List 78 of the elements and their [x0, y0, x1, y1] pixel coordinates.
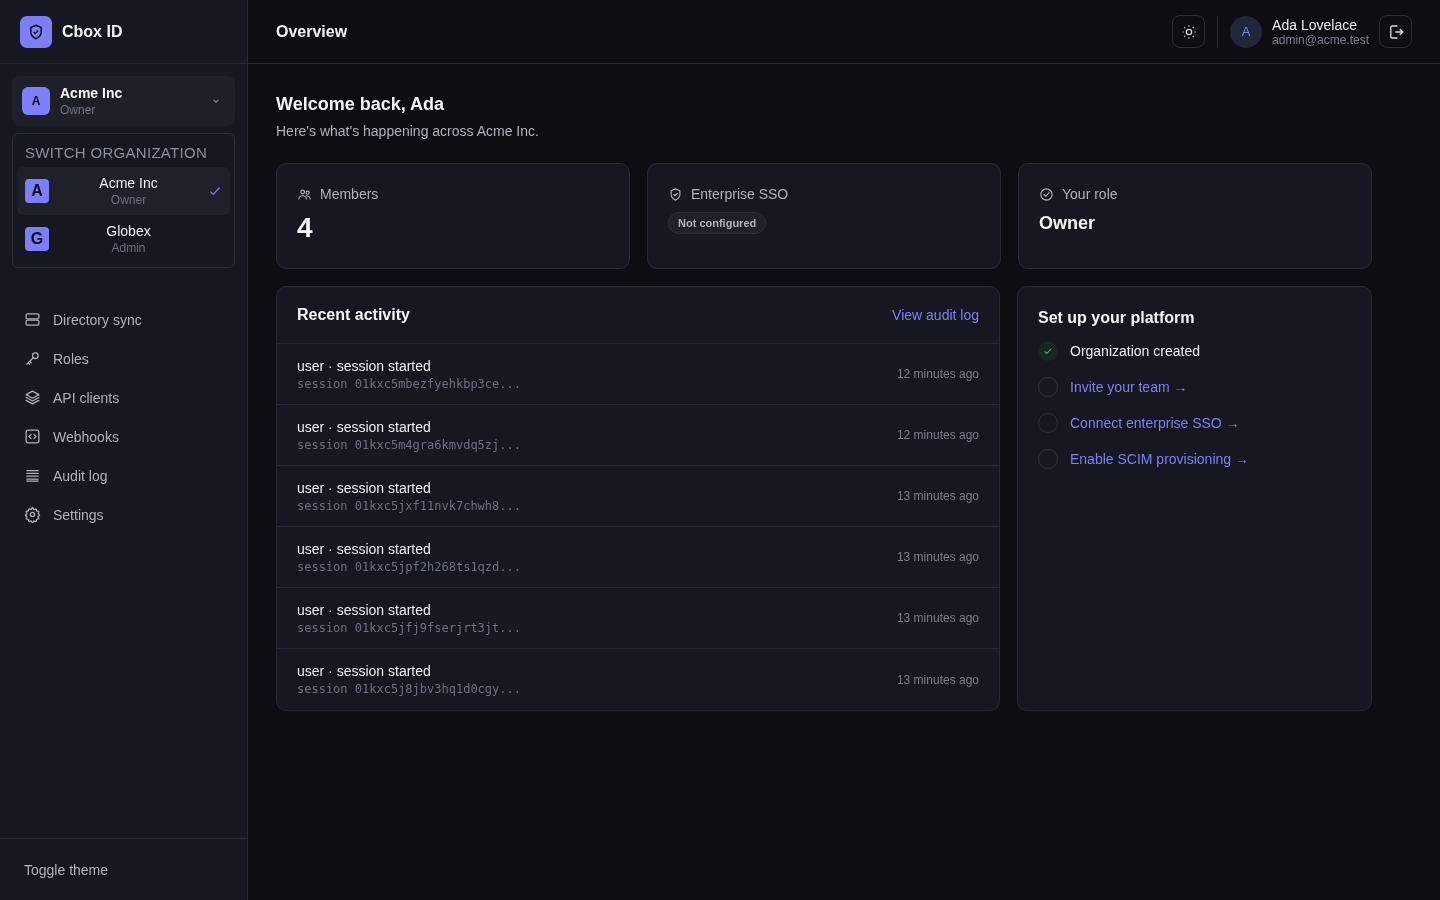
sidebar-item-label: Webhooks	[53, 428, 119, 445]
activity-time: 12 minutes ago	[896, 367, 979, 381]
organization-switcher[interactable]: A Acme Inc Owner	[12, 76, 235, 126]
check-circle-icon	[1039, 186, 1054, 202]
organization-menu-item[interactable]: G Globex Admin	[17, 215, 230, 263]
toggle-theme-button[interactable]: Toggle theme	[24, 861, 109, 878]
gear-icon	[24, 506, 41, 523]
organization-name: Globex	[106, 223, 151, 239]
stat-label: Members	[320, 186, 379, 202]
sidebar-item-label: API clients	[53, 389, 120, 406]
organization-role: Owner	[110, 193, 147, 207]
step-link[interactable]: Invite your team →	[1070, 379, 1188, 395]
activity-time: 12 minutes ago	[896, 428, 979, 442]
organization-role: Owner	[60, 103, 97, 117]
organization-menu-item[interactable]: A Acme Inc Owner	[17, 167, 230, 215]
step-link[interactable]: Connect enterprise SSO →	[1070, 415, 1240, 431]
organization-name: Acme Inc	[60, 85, 124, 101]
sidebar-item[interactable]: Directory sync	[12, 300, 235, 339]
sidebar-item[interactable]: API clients	[12, 378, 235, 417]
activity-time: 13 minutes ago	[896, 611, 979, 625]
code-icon	[24, 428, 41, 445]
activity-event: user · session started	[297, 540, 432, 557]
sign-out-button[interactable]	[1379, 15, 1412, 48]
sidebar-item[interactable]: Audit log	[12, 456, 235, 495]
sidebar-item-label: Directory sync	[53, 311, 142, 328]
step-label: Organization created	[1070, 343, 1200, 359]
activity-event: user · session started	[297, 357, 432, 374]
people-icon	[297, 186, 312, 202]
stat-value: 4	[297, 212, 313, 244]
activity-detail: session 01kxc5jpf2h268ts1qzd...	[297, 559, 521, 574]
activity-detail: session 01kxc5jfj9fserjrt3jt...	[297, 620, 521, 635]
checkmark-icon	[208, 184, 222, 198]
activity-event: user · session started	[297, 479, 432, 496]
activity-event: user · session started	[297, 663, 432, 679]
organization-avatar: A	[25, 179, 49, 203]
page-title: Overview	[276, 22, 348, 41]
layers-icon	[24, 389, 41, 406]
organization-avatar: G	[25, 227, 49, 251]
sidebar-item[interactable]: Webhooks	[12, 417, 235, 456]
activity-event: user · session started	[297, 601, 432, 618]
activity-time: 13 minutes ago	[896, 672, 979, 687]
organization-name: Acme Inc	[99, 175, 158, 191]
sidebar-item-label: Roles	[53, 350, 89, 367]
activity-detail: session 01kxc5jxf11nvk7chwh8...	[297, 498, 521, 513]
list-icon	[24, 467, 41, 484]
activity-detail: session 01kxc5mbezfyehkbp3ce...	[297, 376, 521, 391]
sidebar-item-label: Settings	[53, 506, 104, 523]
stat-label: Enterprise SSO	[691, 186, 789, 202]
user-email: admin@acme.test	[1272, 32, 1369, 47]
stat-value: Owner	[1039, 213, 1095, 234]
welcome-heading: Welcome back, Ada	[276, 94, 446, 115]
card-title: Set up your platform	[1038, 309, 1196, 327]
sun-icon	[1180, 23, 1197, 40]
step-link[interactable]: Enable SCIM provisioning →	[1070, 451, 1249, 467]
theme-toggle-button[interactable]	[1172, 15, 1206, 48]
user-avatar[interactable]: A	[1230, 15, 1263, 48]
card-title: Recent activity	[297, 306, 410, 324]
organization-avatar: A	[22, 87, 50, 115]
welcome-subtitle: Here's what's happening across Acme Inc.	[276, 123, 540, 139]
stat-label: Your role	[1062, 186, 1118, 202]
app-name: Cbox ID	[62, 22, 123, 41]
sidebar-item-label: Audit log	[53, 467, 108, 484]
key-icon	[24, 350, 41, 367]
server-icon	[24, 311, 41, 328]
shield-icon	[668, 186, 683, 202]
menu-heading: SWITCH ORGANIZATION	[24, 143, 209, 163]
view-audit-log-link[interactable]: View audit log	[892, 307, 979, 323]
sidebar-item[interactable]: Roles	[12, 339, 235, 378]
status-badge: Not configured	[668, 212, 767, 234]
shield-logo-icon	[20, 15, 52, 48]
sidebar-item[interactable]: Settings	[12, 495, 235, 534]
user-name: Ada Lovelace	[1272, 16, 1358, 33]
activity-event: user · session started	[297, 418, 432, 435]
activity-detail: session 01kxc5j8jbv3hq1d0cgy...	[297, 682, 521, 696]
organization-role: Admin	[111, 241, 146, 255]
activity-time: 13 minutes ago	[896, 550, 979, 564]
activity-time: 13 minutes ago	[896, 489, 979, 503]
activity-detail: session 01kxc5m4gra6kmvdq5zj...	[297, 437, 521, 452]
